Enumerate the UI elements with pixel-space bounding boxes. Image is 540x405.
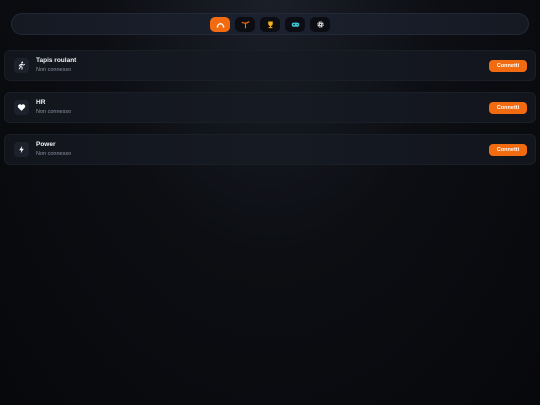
- device-icon-box: [14, 58, 29, 73]
- device-name: Power: [36, 141, 56, 148]
- top-navigation-bar: [11, 13, 529, 35]
- tab-gamepad[interactable]: [285, 16, 305, 32]
- gear-icon: [316, 20, 324, 28]
- tab-route[interactable]: [210, 16, 230, 32]
- device-status: Non connesso: [36, 109, 72, 115]
- tab-tennis[interactable]: [235, 16, 255, 32]
- device-status: Non connesso: [36, 151, 72, 157]
- device-icon-box: [14, 100, 29, 115]
- route-icon: [216, 22, 224, 28]
- connect-button[interactable]: Connetti: [489, 102, 527, 114]
- connect-button[interactable]: Connetti: [489, 144, 527, 156]
- device-row-treadmill: Tapis roulant Non connesso Connetti: [4, 50, 536, 81]
- running-icon: [18, 61, 25, 70]
- device-status: Non connesso: [36, 67, 72, 73]
- connect-button[interactable]: Connetti: [489, 60, 527, 72]
- device-row-hr: HR Non connesso Connetti: [4, 92, 536, 123]
- bolt-icon: [19, 145, 24, 154]
- device-row-power: Power Non connesso Connetti: [4, 134, 536, 165]
- heart-icon: [17, 104, 26, 111]
- tab-trophy[interactable]: [260, 16, 280, 32]
- device-name: Tapis roulant: [36, 57, 77, 64]
- tab-settings[interactable]: [310, 16, 330, 32]
- trophy-icon: [267, 21, 273, 28]
- tennis-icon: [240, 20, 250, 28]
- device-name: HR: [36, 99, 46, 106]
- device-list: Tapis roulant Non connesso Connetti HR N…: [4, 50, 536, 176]
- gamepad-icon: [291, 22, 299, 27]
- device-icon-box: [14, 142, 29, 157]
